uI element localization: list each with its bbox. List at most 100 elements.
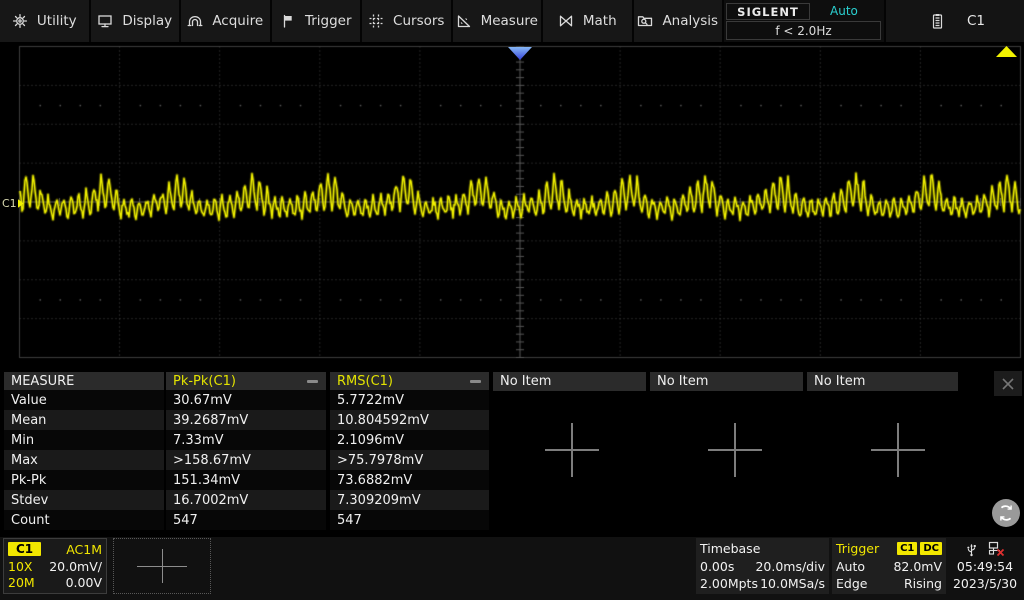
measure-value: 7.33mV: [166, 430, 326, 450]
trigger-mode: Auto: [836, 559, 865, 574]
trigger-level: 82.0mV: [893, 559, 942, 574]
measure-value: 5.7722mV: [330, 390, 489, 410]
siglent-logo: SIGLENT: [726, 3, 810, 20]
measure-value: 39.2687mV: [166, 410, 326, 430]
measure-value: 151.34mV: [166, 470, 326, 490]
folder-search-icon: [637, 13, 653, 29]
timebase-scale: 20.0ms/div: [755, 559, 825, 574]
timebase-delay: 0.00s: [700, 559, 734, 574]
channel-coupling: AC1M: [66, 542, 102, 557]
remove-measurement-icon[interactable]: [470, 380, 481, 383]
menu-right: C1: [886, 0, 1024, 42]
measure-row-stdev: Stdev 16.7002mV 7.309209mV: [0, 490, 1024, 510]
menu-analysis[interactable]: Analysis: [634, 0, 725, 42]
trigger-coupling-badge: DC: [920, 542, 942, 555]
timebase-points: 2.00Mpts: [700, 576, 758, 591]
measure-row-label: Mean: [4, 410, 164, 430]
trigger-slope: Rising: [904, 576, 942, 591]
measure-value: 10.804592mV: [330, 410, 489, 430]
clock-date: 2023/5/30: [953, 576, 1017, 591]
menu-label: Display: [122, 13, 172, 29]
measure-row-label: Pk-Pk: [4, 470, 164, 490]
measurement-column-rms[interactable]: RMS(C1): [330, 372, 489, 391]
measure-value: 73.6882mV: [330, 470, 489, 490]
menu-utility[interactable]: Utility: [0, 0, 91, 42]
measure-value: 16.7002mV: [166, 490, 326, 510]
measurement-column-empty-1[interactable]: No Item: [493, 372, 646, 391]
menu-trigger[interactable]: Trigger: [272, 0, 363, 42]
trigger-info-box[interactable]: Trigger C1 DC Auto 82.0mV Edge Rising: [832, 538, 946, 594]
measurement-column-empty-3[interactable]: No Item: [807, 372, 958, 391]
usb-icon[interactable]: [965, 541, 978, 557]
reset-statistics-button[interactable]: [992, 499, 1020, 527]
channel-bandwidth: 20M: [8, 575, 35, 590]
menu-label: Trigger: [305, 13, 352, 29]
measure-panel: MEASURE Pk-Pk(C1) RMS(C1) No Item No Ite…: [0, 368, 1024, 532]
add-measurement-button[interactable]: [708, 423, 762, 477]
gear-icon: [12, 13, 28, 29]
measure-value: 547: [166, 510, 326, 530]
trigger-source-badge: C1: [897, 542, 917, 555]
menu-cursors[interactable]: Cursors: [362, 0, 453, 42]
lan-disconnected-icon[interactable]: [988, 541, 1005, 557]
timebase-info-box[interactable]: Timebase 0.00s 20.0ms/div 2.00Mpts 10.0M…: [696, 538, 829, 594]
measure-value: 547: [330, 510, 489, 530]
bottom-bar: C1 AC1M 10X 20.0mV/ 20M 0.00V Timebase 0…: [0, 537, 1024, 600]
menu-measure[interactable]: Measure: [453, 0, 544, 42]
channel-offset: 0.00V: [66, 575, 102, 590]
menu-acquire[interactable]: Acquire: [181, 0, 272, 42]
measure-value: 2.1096mV: [330, 430, 489, 450]
measure-row-value: Value 30.67mV 5.7722mV: [0, 390, 1024, 410]
measure-row-label: Min: [4, 430, 164, 450]
measure-row-label: Count: [4, 510, 164, 530]
waveform-display[interactable]: [0, 42, 1024, 368]
timebase-rate: 10.0MSa/s: [760, 576, 825, 591]
channel-probe: 10X: [8, 559, 32, 574]
remove-measurement-icon[interactable]: [307, 380, 318, 383]
channel-info-box[interactable]: C1 AC1M 10X 20.0mV/ 20M 0.00V: [3, 538, 107, 594]
measurement-column-label: RMS(C1): [337, 374, 393, 389]
trigger-title: Trigger: [836, 541, 879, 556]
menu-label: Analysis: [662, 13, 718, 29]
channel-marker-arrow-icon: [18, 199, 24, 208]
measurement-column-pkpk[interactable]: Pk-Pk(C1): [166, 372, 326, 391]
arch-icon: [187, 13, 203, 29]
cursors-grid-icon: [368, 13, 384, 29]
measurement-column-label: Pk-Pk(C1): [173, 374, 236, 389]
clipboard-icon[interactable]: [930, 13, 945, 30]
measure-value: 30.67mV: [166, 390, 326, 410]
active-channel-label[interactable]: C1: [967, 13, 985, 29]
measure-value: >158.67mV: [166, 450, 326, 470]
clock-time: 05:49:54: [957, 559, 1013, 574]
brand-area: SIGLENT Auto f < 2.0Hz: [724, 0, 886, 42]
menu-label: Acquire: [212, 13, 263, 29]
status-box: 05:49:54 2023/5/30: [946, 538, 1024, 594]
menu-label: Cursors: [393, 13, 444, 29]
menu-display[interactable]: Display: [91, 0, 182, 42]
menu-label: Utility: [37, 13, 77, 29]
measure-row-label: Max: [4, 450, 164, 470]
channel-name-badge[interactable]: C1: [8, 542, 41, 556]
trigger-frequency: f < 2.0Hz: [726, 21, 881, 40]
channel-marker-label: C1: [2, 197, 17, 210]
channel-scale: 20.0mV/: [49, 559, 102, 574]
add-measurement-button[interactable]: [545, 423, 599, 477]
trigger-type: Edge: [836, 576, 867, 591]
measure-title: MEASURE: [4, 372, 164, 391]
measurement-column-empty-2[interactable]: No Item: [650, 372, 803, 391]
add-channel-button[interactable]: [113, 538, 211, 594]
menu-label: Math: [583, 13, 617, 29]
flag-icon: [280, 13, 296, 29]
measure-row-count: Count 547 547: [0, 510, 1024, 530]
menu-label: Measure: [481, 13, 538, 29]
menu-math[interactable]: Math: [543, 0, 634, 42]
add-measurement-button[interactable]: [871, 423, 925, 477]
measure-row-label: Value: [4, 390, 164, 410]
measure-value: 7.309209mV: [330, 490, 489, 510]
bowtie-icon: [558, 13, 574, 29]
monitor-icon: [97, 13, 113, 29]
measure-value: >75.7978mV: [330, 450, 489, 470]
acquisition-status: Auto: [830, 4, 858, 18]
channel-offset-marker[interactable]: C1: [2, 197, 24, 210]
refresh-icon: [995, 502, 1017, 524]
